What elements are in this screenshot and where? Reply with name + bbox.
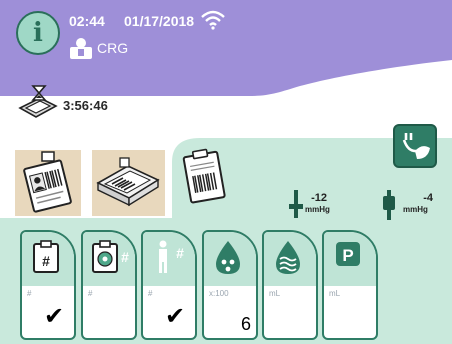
clipboard-barcode-icon xyxy=(182,148,226,204)
card-unit: # xyxy=(148,289,153,298)
patient-id-icon xyxy=(23,151,72,213)
card-unit: mL xyxy=(329,289,341,298)
clipboard-barcode-tab[interactable] xyxy=(179,146,231,206)
card-unit: x:100 xyxy=(209,289,229,298)
svg-text:#: # xyxy=(176,245,184,261)
p-box-icon: P xyxy=(336,242,360,266)
pressure-right-unit: mmHg xyxy=(403,205,428,214)
svg-text:P: P xyxy=(342,246,353,265)
card-header: P xyxy=(324,232,376,286)
device-barcode-icon xyxy=(96,157,160,207)
pressure-left-value: -12 xyxy=(311,192,327,204)
card-unit: # xyxy=(27,289,32,298)
card-unit: # xyxy=(88,289,93,298)
card-p-volume[interactable]: P mL xyxy=(322,230,378,340)
svg-text:#: # xyxy=(121,249,129,265)
card-value: 6 xyxy=(240,314,251,334)
settings-number-icon: # xyxy=(92,240,129,273)
card-settings-count[interactable]: # # xyxy=(81,230,137,340)
card-header xyxy=(204,232,256,286)
patient-id-tab[interactable] xyxy=(15,150,81,216)
card-header: # xyxy=(83,232,135,286)
syringe-tool-icon xyxy=(402,133,430,159)
card-header: # xyxy=(22,232,74,286)
check-icon: ✔ xyxy=(165,303,186,330)
check-icon: ✔ xyxy=(44,303,65,330)
card-drops[interactable]: x:100 6 xyxy=(202,230,258,340)
svg-text:#: # xyxy=(42,253,50,269)
waves-drop-icon xyxy=(276,241,300,274)
card-fluid-volume[interactable]: mL xyxy=(262,230,318,340)
clipboard-number-icon: # xyxy=(33,240,59,273)
device-barcode-tab[interactable] xyxy=(92,150,165,216)
pressure-left-unit: mmHg xyxy=(305,205,330,214)
tool-button[interactable] xyxy=(393,124,437,168)
card-unit: mL xyxy=(269,289,281,298)
card-clipboard-count[interactable]: # # ✔ xyxy=(20,230,76,340)
card-header xyxy=(264,232,316,286)
person-number-icon: # xyxy=(159,240,184,273)
card-person-count[interactable]: # # ✔ xyxy=(141,230,197,340)
drops-icon xyxy=(216,241,240,274)
pressure-right-value: -4 xyxy=(423,192,433,204)
card-header: # xyxy=(143,232,195,286)
